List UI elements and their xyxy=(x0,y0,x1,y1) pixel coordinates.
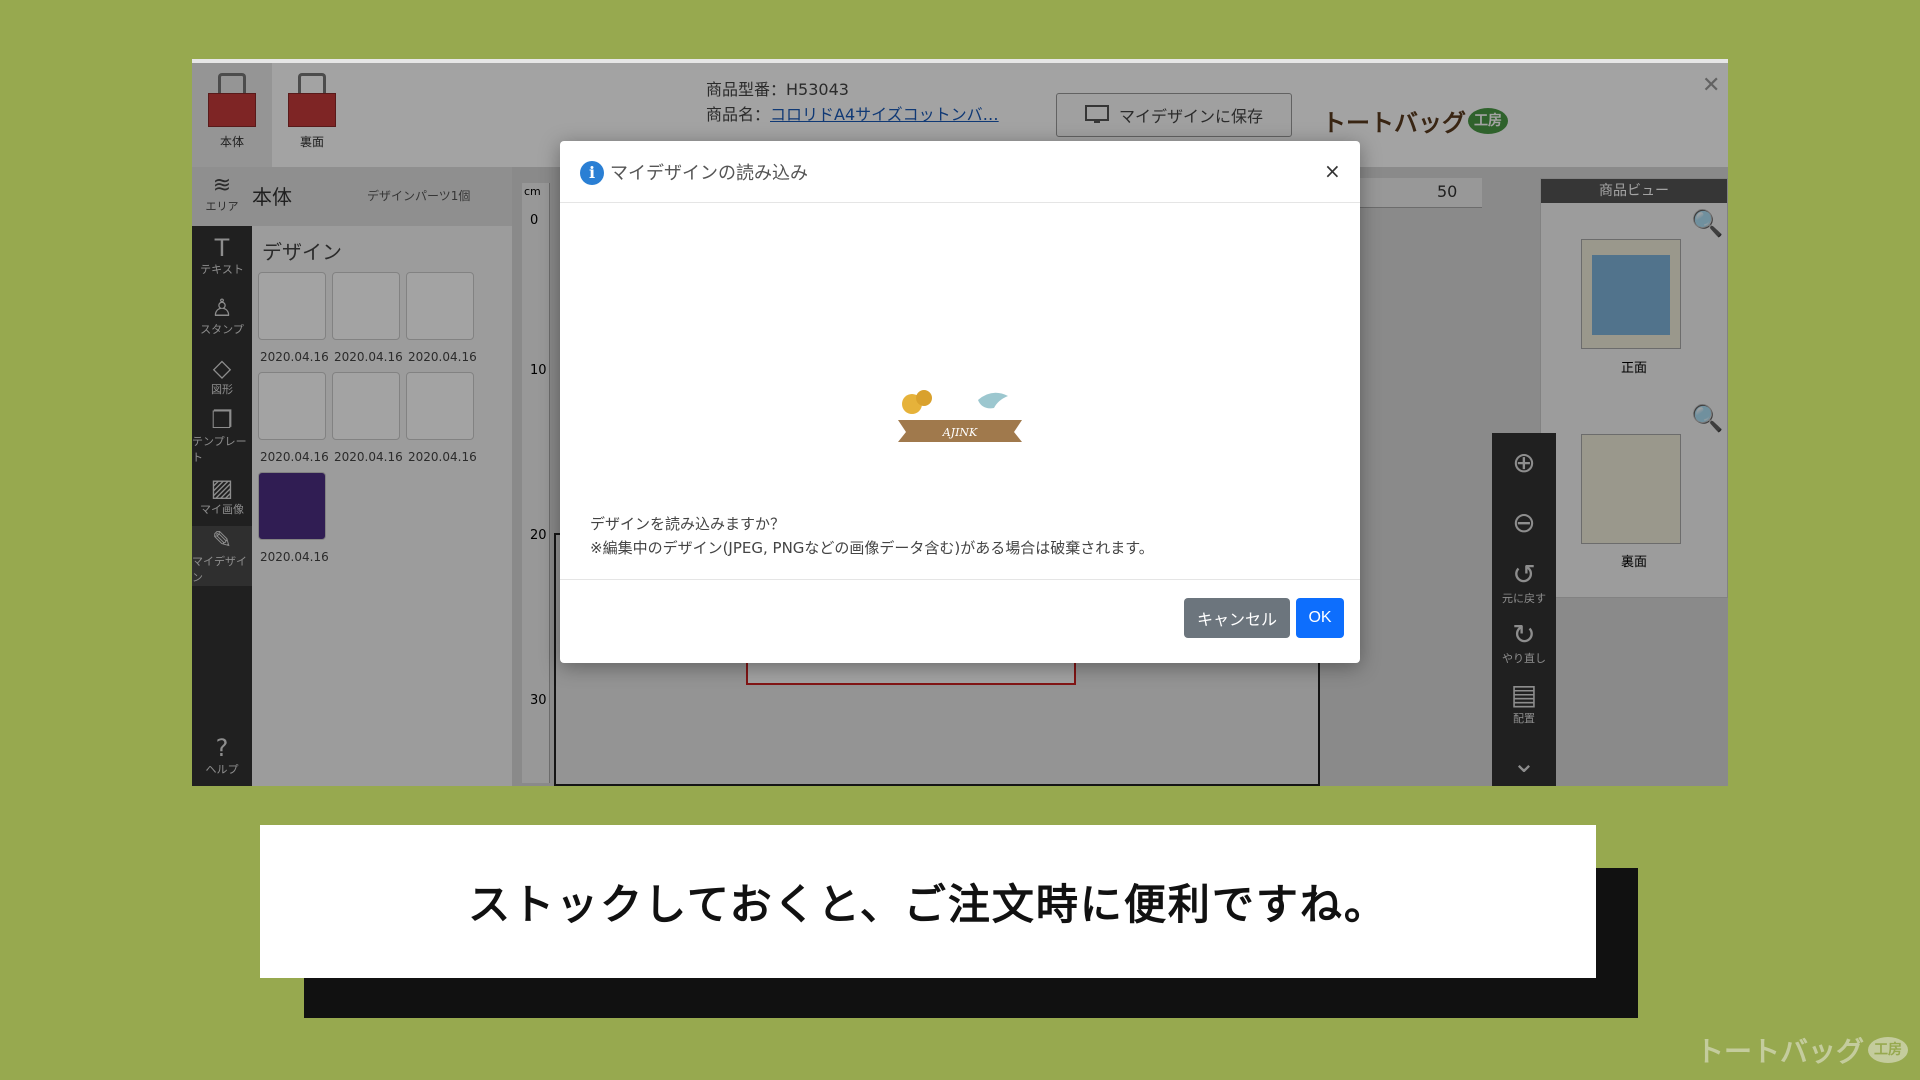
confirm-message: デザインを読み込みますか？ xyxy=(590,515,786,533)
watermark-badge: 工房 xyxy=(1868,1037,1909,1063)
watermark-text: トートバッグ xyxy=(1696,1035,1865,1068)
caption-box: ストックしておくと、ご注文時に便利ですね。 xyxy=(260,825,1596,978)
bird-icon xyxy=(978,392,1008,409)
modal-title: マイデザインの読み込み xyxy=(610,163,808,184)
close-icon[interactable]: × xyxy=(1324,159,1341,183)
cancel-button[interactable]: キャンセル xyxy=(1184,598,1290,638)
warning-message: ※編集中のデザイン(JPEG, PNGなどの画像データ含む)がある場合は破棄され… xyxy=(590,539,1154,557)
editor-window: 本体 裏面 商品型番：H53043 商品名：コロリドA4サイズコットンバ… マイ… xyxy=(192,59,1728,786)
modal-footer: キャンセル OK xyxy=(560,579,1360,663)
ok-button[interactable]: OK xyxy=(1296,598,1344,638)
banner-text: AJINK xyxy=(942,426,978,439)
caption-text: ストックしておくと、ご注文時に便利ですね。 xyxy=(468,880,1388,929)
design-preview: AJINK xyxy=(898,390,1022,442)
watermark-logo: トートバッグ 工房 xyxy=(1696,1030,1909,1070)
modal-header: i マイデザインの読み込み × xyxy=(560,141,1360,203)
info-icon: i xyxy=(580,161,604,185)
load-design-modal: i マイデザインの読み込み × AJINK デザインを読み込みますか？ ※編集中… xyxy=(560,141,1360,663)
